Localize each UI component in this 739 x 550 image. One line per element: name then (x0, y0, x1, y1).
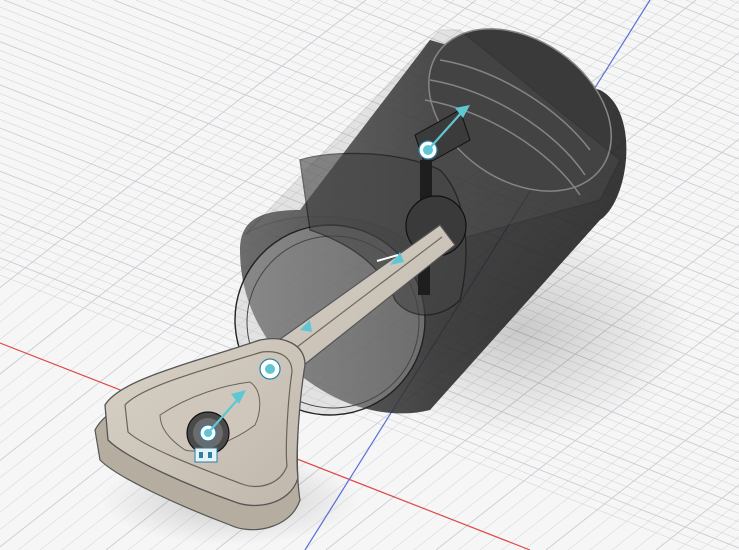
revolute-joint-icon-rod-end[interactable] (259, 358, 281, 380)
rigid-joint-connector-icon[interactable] (194, 447, 218, 463)
cad-canvas[interactable] (0, 0, 739, 550)
3d-viewport[interactable] (0, 0, 739, 550)
